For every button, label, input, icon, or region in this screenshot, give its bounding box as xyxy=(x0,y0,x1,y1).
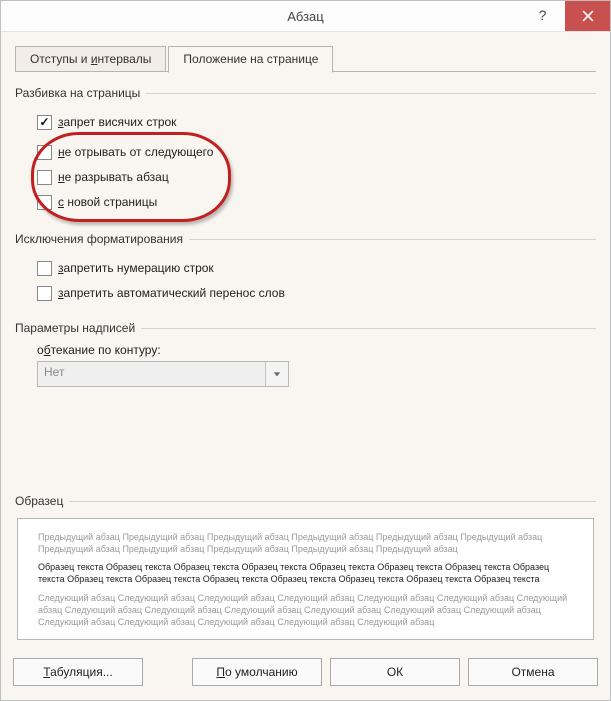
dialog-button-row: Табуляция... По умолчанию ОК Отмена xyxy=(1,648,610,700)
checkbox-icon xyxy=(37,195,52,210)
highlighted-options: не отрывать от следующего не разрывать а… xyxy=(37,136,227,218)
checkbox-widow-control[interactable]: запрет висячих строк xyxy=(37,111,596,133)
group-textbox-options: Параметры надписей обтекание по контуру:… xyxy=(15,321,596,387)
tab-indents-hotkey: и xyxy=(91,52,98,66)
group-textbox-title: Параметры надписей xyxy=(15,321,135,335)
divider xyxy=(69,501,596,502)
checkbox-label: с новой страницы xyxy=(58,195,157,209)
wrap-select: Нет xyxy=(37,361,289,387)
paragraph-dialog: Абзац ? Отступы и интервалы Положение на… xyxy=(0,0,611,701)
group-formatting-label: Исключения форматирования xyxy=(15,232,596,246)
tab-position[interactable]: Положение на странице xyxy=(168,46,333,73)
close-icon xyxy=(582,10,594,22)
tab-indents-post: нтервалы xyxy=(98,52,152,66)
tab-strip: Отступы и интервалы Положение на страниц… xyxy=(15,44,596,72)
tab-position-label: Положение на странице xyxy=(183,52,318,66)
group-pagination: Разбивка на страницы запрет висячих стро… xyxy=(15,86,596,218)
wrap-select-button xyxy=(265,362,288,386)
divider xyxy=(141,328,596,329)
titlebar: Абзац ? xyxy=(1,1,610,32)
help-button[interactable]: ? xyxy=(520,1,565,29)
checkbox-label: запретить нумерацию строк xyxy=(58,261,214,275)
ok-button[interactable]: ОК xyxy=(330,658,460,686)
checkbox-icon xyxy=(37,145,52,160)
chevron-down-icon xyxy=(273,370,281,378)
group-pagination-label: Разбивка на страницы xyxy=(15,86,596,100)
window-controls: ? xyxy=(520,1,610,31)
checkbox-label: запретить автоматический перенос слов xyxy=(58,286,285,300)
checkbox-suppress-hyphenation[interactable]: запретить автоматический перенос слов xyxy=(37,282,596,304)
tabs-button[interactable]: Табуляция... xyxy=(13,658,143,686)
group-preview-title: Образец xyxy=(15,494,63,508)
wrap-label: обтекание по контуру: xyxy=(37,343,596,357)
group-formatting-title: Исключения форматирования xyxy=(15,232,183,246)
preview-sample-text: Образец текста Образец текста Образец те… xyxy=(38,561,573,585)
checkbox-keep-with-next[interactable]: не отрывать от следующего xyxy=(37,141,213,163)
close-button[interactable] xyxy=(565,1,610,31)
wrap-select-value: Нет xyxy=(38,362,265,386)
cancel-button[interactable]: Отмена xyxy=(468,658,598,686)
checkbox-page-break-before[interactable]: с новой страницы xyxy=(37,191,213,213)
divider xyxy=(146,93,596,94)
checkbox-suppress-line-numbers[interactable]: запретить нумерацию строк xyxy=(37,257,596,279)
preview-next-text: Следующий абзац Следующий абзац Следующи… xyxy=(38,592,573,628)
group-preview-label: Образец xyxy=(15,494,596,508)
group-preview: Образец Предыдущий абзац Предыдущий абза… xyxy=(15,494,596,640)
checkbox-icon xyxy=(37,170,52,185)
tab-indents[interactable]: Отступы и интервалы xyxy=(15,46,166,72)
preview-prev-text: Предыдущий абзац Предыдущий абзац Предыд… xyxy=(38,531,573,555)
checkbox-label: запрет висячих строк xyxy=(58,115,176,129)
tab-indents-pre: Отступы и xyxy=(30,52,91,66)
preview-box: Предыдущий абзац Предыдущий абзац Предыд… xyxy=(17,518,594,640)
divider xyxy=(189,239,596,240)
set-default-button[interactable]: По умолчанию xyxy=(192,658,322,686)
checkbox-icon xyxy=(37,261,52,276)
group-textbox-label: Параметры надписей xyxy=(15,321,596,335)
checkbox-keep-lines-together[interactable]: не разрывать абзац xyxy=(37,166,213,188)
group-pagination-title: Разбивка на страницы xyxy=(15,86,140,100)
group-formatting-exceptions: Исключения форматирования запретить нуме… xyxy=(15,232,596,307)
window-title: Абзац xyxy=(1,9,610,24)
checkbox-label: не разрывать абзац xyxy=(58,170,169,184)
checkbox-label: не отрывать от следующего xyxy=(58,145,213,159)
checkbox-icon xyxy=(37,286,52,301)
dialog-content: Отступы и интервалы Положение на страниц… xyxy=(1,32,610,648)
checkbox-icon xyxy=(37,115,52,130)
